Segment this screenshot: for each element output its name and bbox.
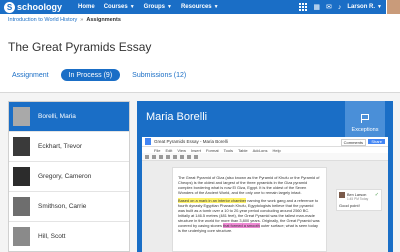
tab-assignment[interactable]: Assignment [8,69,53,81]
logo-text: schoology [17,2,63,12]
breadcrumb: Introduction to World History » Assignme… [8,17,121,23]
student-name: Borelli, Maria [38,113,76,120]
menu-file[interactable]: File [154,148,160,153]
undo-icon[interactable] [152,154,156,159]
google-docs-icon [145,138,151,145]
student-list: Borelli, Maria Eckhart, Trevor Gregory, … [8,101,130,252]
doc-page[interactable]: The Great Pyramid of Giza (also known as… [172,167,327,252]
mail-icon[interactable]: ✉ [326,3,332,11]
menu-addons[interactable]: Add-ons [253,148,268,153]
assignment-tabs: Assignment In Process (9) Submissions (1… [8,68,198,82]
student-name: Eckhart, Trevor [38,143,83,150]
student-avatar [13,167,30,186]
google-doc-embed: Great Pyramids Essay - Maria Borelli Com… [142,137,388,252]
nav-courses-label: Courses [103,4,128,10]
apps-grid-icon[interactable] [299,3,308,11]
doc-paragraph: Based on a mark in an interior chamber n… [178,198,321,233]
list-icon[interactable] [194,154,198,159]
doc-paragraph: The Great Pyramid of Giza (also known as… [178,175,320,195]
student-name: Gregory, Cameron [38,173,92,180]
main-nav: Home Courses ▼ Groups ▼ Resources ▼ [78,0,228,14]
menu-insert[interactable]: Insert [191,148,201,153]
menu-edit[interactable]: Edit [165,148,172,153]
nav-resources[interactable]: Resources ▼ [181,4,219,10]
exceptions-button[interactable]: Exceptions [345,101,385,137]
doc-toolbar [142,153,388,161]
student-name: Smithson, Carrie [38,203,87,210]
nav-groups[interactable]: Groups ▼ [144,4,172,10]
nav-home-label: Home [78,4,95,10]
viewer-student-name: Maria Borelli [146,111,208,123]
student-row-borelli[interactable]: Borelli, Maria [9,102,129,132]
schoology-logo[interactable]: S schoology [4,0,62,14]
link-icon[interactable] [187,154,191,159]
student-avatar [13,107,30,126]
top-navigation-bar: S schoology Home Courses ▼ Groups ▼ Resour… [0,0,400,14]
flag-icon [361,114,369,123]
submission-viewer: Maria Borelli Exceptions Great Pyramids … [137,101,393,252]
comment-card[interactable]: Ben Larson 1:45 PM Today Good point! ✓ [336,189,382,211]
user-menu-name[interactable]: Larson R. [347,4,375,10]
breadcrumb-current: Assignments [86,17,121,23]
chevron-down-icon[interactable]: ▼ [377,4,382,10]
italic-icon[interactable] [173,154,177,159]
nav-groups-label: Groups [143,4,165,10]
menu-help[interactable]: Help [272,148,280,153]
comment-text: Good point! [339,203,360,208]
chevron-down-icon: ▼ [213,4,219,10]
top-right-controls: ▦ ✉ ♪ Larson R. ▼ [299,0,400,14]
doc-title: Great Pyramids Essay - Maria Borelli [154,139,228,144]
student-avatar [13,227,30,246]
logo-badge-icon: S [4,1,15,13]
menu-format[interactable]: Format [206,148,219,153]
underline-icon[interactable] [180,154,184,159]
menu-view[interactable]: View [177,148,186,153]
bold-icon[interactable] [166,154,170,159]
comments-button[interactable]: Comments [340,139,366,146]
student-row-gregory[interactable]: Gregory, Cameron [9,162,129,192]
student-name: Hill, Scott [38,233,66,240]
student-row-smithson[interactable]: Smithson, Carrie [9,192,129,222]
student-avatar [13,197,30,216]
nav-courses[interactable]: Courses ▼ [104,4,135,10]
breadcrumb-course-link[interactable]: Introduction to World History [8,17,77,23]
page-title: The Great Pyramids Essay [8,40,152,54]
tab-submissions[interactable]: Submissions (12) [128,69,190,81]
student-avatar [13,137,30,156]
student-row-eckhart[interactable]: Eckhart, Trevor [9,132,129,162]
commenter-avatar [339,192,345,198]
menu-table[interactable]: Table [238,148,248,153]
breadcrumb-separator: » [80,17,84,23]
redo-icon[interactable] [159,154,163,159]
chevron-down-icon: ▼ [167,4,172,10]
user-avatar[interactable] [386,0,400,14]
chevron-down-icon: ▼ [129,4,135,10]
calendar-icon[interactable]: ▦ [313,3,320,11]
share-button[interactable]: Share [368,139,385,144]
print-icon[interactable] [145,154,149,159]
viewer-header: Maria Borelli Exceptions [137,101,393,137]
exceptions-label: Exceptions [351,127,379,133]
menu-tools[interactable]: Tools [224,148,233,153]
nav-resources-label: Resources [180,4,212,10]
student-row-hill[interactable]: Hill, Scott [9,222,129,251]
resolve-check-icon[interactable]: ✓ [375,192,379,198]
tab-in-process[interactable]: In Process (9) [60,69,121,81]
bell-icon[interactable]: ♪ [338,4,342,11]
nav-home[interactable]: Home [78,4,95,10]
doc-titlebar: Great Pyramids Essay - Maria Borelli Com… [142,137,388,147]
